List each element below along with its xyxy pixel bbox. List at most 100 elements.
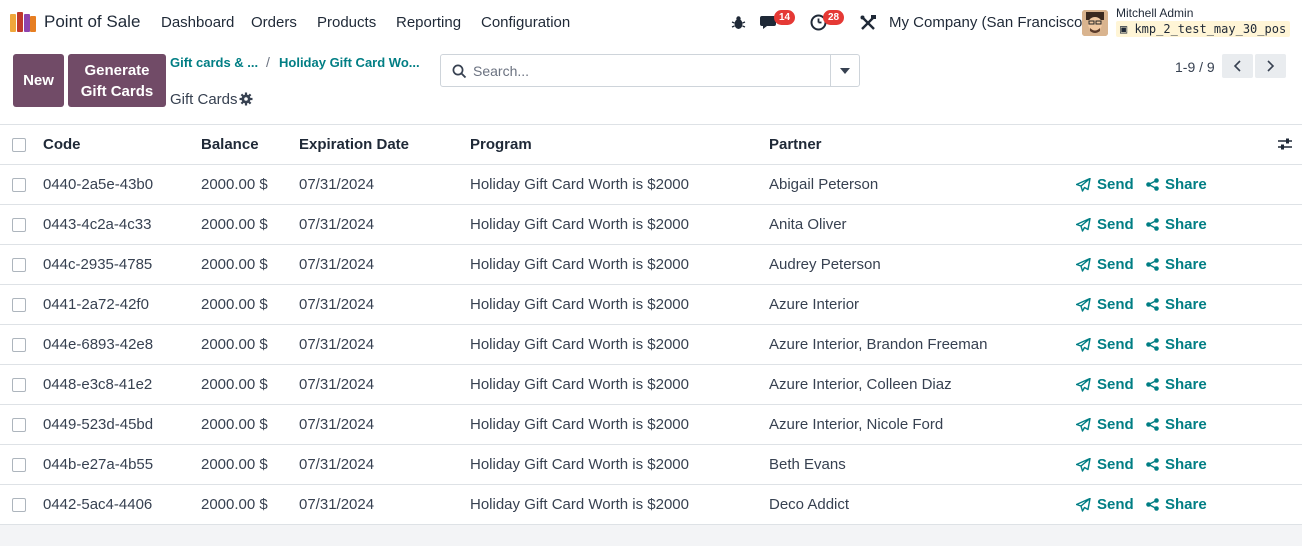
menu-products[interactable]: Products <box>317 14 376 31</box>
share-button[interactable]: Share <box>1146 456 1207 473</box>
user-avatar[interactable] <box>1082 10 1108 36</box>
sliders-icon[interactable] <box>1278 137 1292 151</box>
pager-value[interactable]: 1-9 / 9 <box>1175 59 1215 75</box>
column-header-code[interactable]: Code <box>43 136 81 153</box>
row-checkbox[interactable] <box>12 418 26 432</box>
share-button[interactable]: Share <box>1146 376 1207 393</box>
table-row[interactable]: 0442-5ac4-4406 2000.00 $ 07/31/2024 Holi… <box>0 485 1302 525</box>
search-input[interactable] <box>473 60 853 82</box>
table-row[interactable]: 044b-e27a-4b55 2000.00 $ 07/31/2024 Holi… <box>0 445 1302 485</box>
tools-icon[interactable] <box>860 15 876 31</box>
send-button[interactable]: Send <box>1076 176 1134 193</box>
row-checkbox[interactable] <box>12 378 26 392</box>
app-name[interactable]: Point of Sale <box>44 12 140 32</box>
row-checkbox[interactable] <box>12 218 26 232</box>
cell-code: 0442-5ac4-4406 <box>43 496 153 513</box>
cell-program: Holiday Gift Card Worth is $2000 <box>470 496 689 513</box>
share-label: Share <box>1165 416 1207 433</box>
table-row[interactable]: 0441-2a72-42f0 2000.00 $ 07/31/2024 Holi… <box>0 285 1302 325</box>
row-checkbox[interactable] <box>12 178 26 192</box>
search-options-toggle[interactable] <box>830 55 859 86</box>
row-checkbox[interactable] <box>12 338 26 352</box>
column-header-partner[interactable]: Partner <box>769 136 822 153</box>
cell-code: 0440-2a5e-43b0 <box>43 176 154 193</box>
cell-program: Holiday Gift Card Worth is $2000 <box>470 216 689 233</box>
row-checkbox[interactable] <box>12 298 26 312</box>
row-checkbox[interactable] <box>12 258 26 272</box>
send-label: Send <box>1097 256 1134 273</box>
share-icon <box>1146 498 1159 511</box>
send-button[interactable]: Send <box>1076 416 1134 433</box>
select-all-checkbox[interactable] <box>12 138 26 152</box>
send-label: Send <box>1097 416 1134 433</box>
column-header-program[interactable]: Program <box>470 136 532 153</box>
paper-plane-icon <box>1076 377 1091 392</box>
table-row[interactable]: 044c-2935-4785 2000.00 $ 07/31/2024 Holi… <box>0 245 1302 285</box>
send-label: Send <box>1097 336 1134 353</box>
share-button[interactable]: Share <box>1146 416 1207 433</box>
share-button[interactable]: Share <box>1146 336 1207 353</box>
menu-configuration[interactable]: Configuration <box>481 14 570 31</box>
caret-down-icon <box>840 68 850 74</box>
table-row[interactable]: 0440-2a5e-43b0 2000.00 $ 07/31/2024 Holi… <box>0 165 1302 205</box>
share-label: Share <box>1165 336 1207 353</box>
search-bar <box>440 54 860 87</box>
share-button[interactable]: Share <box>1146 496 1207 513</box>
row-checkbox[interactable] <box>12 498 26 512</box>
cell-expiration: 07/31/2024 <box>299 256 375 273</box>
pos-logo-icon[interactable] <box>10 12 36 32</box>
cell-expiration: 07/31/2024 <box>299 456 375 473</box>
breadcrumb-program[interactable]: Holiday Gift Card Wo... <box>279 55 420 70</box>
send-button[interactable]: Send <box>1076 256 1134 273</box>
send-button[interactable]: Send <box>1076 456 1134 473</box>
cell-expiration: 07/31/2024 <box>299 296 375 313</box>
menu-dashboard[interactable]: Dashboard <box>161 14 234 31</box>
cell-code: 0443-4c2a-4c33 <box>43 216 152 233</box>
table-row[interactable]: 0443-4c2a-4c33 2000.00 $ 07/31/2024 Holi… <box>0 205 1302 245</box>
share-label: Share <box>1165 216 1207 233</box>
share-button[interactable]: Share <box>1146 296 1207 313</box>
paper-plane-icon <box>1076 457 1091 472</box>
pager-next-button[interactable] <box>1255 54 1286 78</box>
send-button[interactable]: Send <box>1076 376 1134 393</box>
breadcrumb-gift-cards[interactable]: Gift cards & ... <box>170 55 258 70</box>
gear-icon[interactable] <box>239 92 253 106</box>
row-checkbox[interactable] <box>12 458 26 472</box>
company-switcher[interactable]: My Company (San Francisco) <box>889 14 1087 31</box>
share-button[interactable]: Share <box>1146 256 1207 273</box>
share-button[interactable]: Share <box>1146 176 1207 193</box>
cell-partner: Azure Interior, Colleen Diaz <box>769 376 952 393</box>
cell-code: 044e-6893-42e8 <box>43 336 154 353</box>
menu-reporting[interactable]: Reporting <box>396 14 461 31</box>
bug-icon[interactable] <box>731 15 746 30</box>
cell-expiration: 07/31/2024 <box>299 496 375 513</box>
user-name[interactable]: Mitchell Admin <box>1116 6 1193 20</box>
column-header-expiration[interactable]: Expiration Date <box>299 136 409 153</box>
send-button[interactable]: Send <box>1076 296 1134 313</box>
cell-program: Holiday Gift Card Worth is $2000 <box>470 296 689 313</box>
pager-previous-button[interactable] <box>1222 54 1253 78</box>
send-button[interactable]: Send <box>1076 216 1134 233</box>
generate-gift-cards-button[interactable]: Generate Gift Cards <box>68 54 166 107</box>
cell-balance: 2000.00 $ <box>201 376 268 393</box>
new-button[interactable]: New <box>13 54 64 107</box>
cell-expiration: 07/31/2024 <box>299 376 375 393</box>
table-row[interactable]: 0449-523d-45bd 2000.00 $ 07/31/2024 Holi… <box>0 405 1302 445</box>
gift-cards-list: Code Balance Expiration Date Program Par… <box>0 125 1302 525</box>
send-label: Send <box>1097 496 1134 513</box>
paper-plane-icon <box>1076 217 1091 232</box>
share-icon <box>1146 378 1159 391</box>
send-button[interactable]: Send <box>1076 496 1134 513</box>
column-header-balance[interactable]: Balance <box>201 136 259 153</box>
search-icon[interactable] <box>452 64 467 79</box>
control-panel: New Generate Gift Cards Gift cards & ...… <box>0 46 1302 125</box>
table-row[interactable]: 044e-6893-42e8 2000.00 $ 07/31/2024 Holi… <box>0 325 1302 365</box>
chevron-right-icon <box>1267 60 1275 72</box>
share-button[interactable]: Share <box>1146 216 1207 233</box>
table-row[interactable]: 0448-e3c8-41e2 2000.00 $ 07/31/2024 Holi… <box>0 365 1302 405</box>
share-icon <box>1146 258 1159 271</box>
cell-partner: Azure Interior, Nicole Ford <box>769 416 944 433</box>
send-button[interactable]: Send <box>1076 336 1134 353</box>
cell-program: Holiday Gift Card Worth is $2000 <box>470 176 689 193</box>
menu-orders[interactable]: Orders <box>251 14 297 31</box>
